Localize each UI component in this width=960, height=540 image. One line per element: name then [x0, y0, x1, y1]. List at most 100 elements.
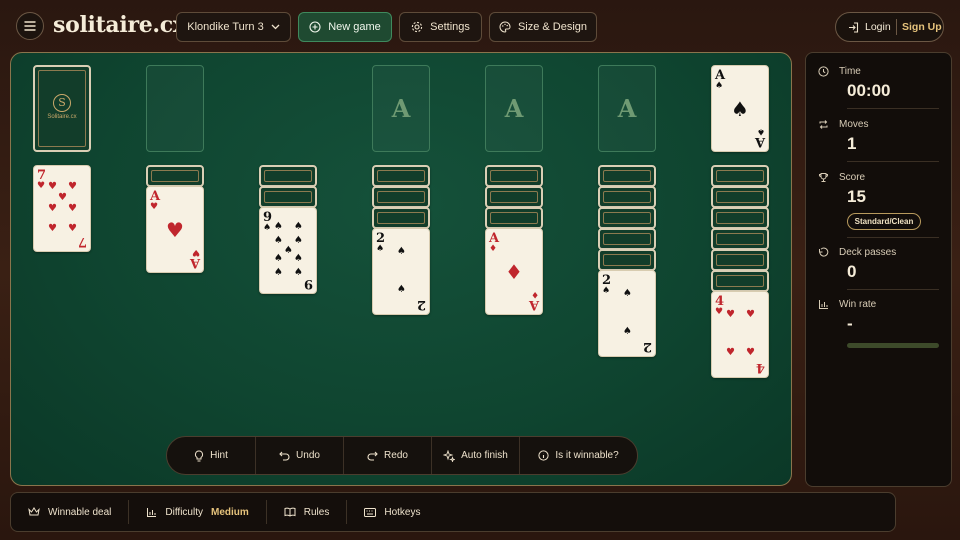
card-rank: A — [189, 255, 200, 270]
card-pip: ♥ — [48, 223, 57, 234]
menu-button[interactable] — [16, 12, 44, 40]
card-pip: ♥ — [726, 347, 735, 358]
rules-label: Rules — [303, 506, 330, 518]
tableau-4-card[interactable]: 2 ♠ ♠ ♠ 2 — [372, 228, 430, 315]
card-suit: ♥ — [150, 202, 159, 212]
face-down-card — [598, 186, 656, 208]
face-down-card — [372, 165, 430, 187]
face-down-card — [711, 207, 769, 229]
is-winnable-label: Is it winnable? — [555, 450, 619, 461]
face-down-card — [485, 165, 543, 187]
undo-button[interactable]: Undo — [255, 437, 343, 474]
foundation-2[interactable]: A — [485, 65, 543, 152]
redo-button[interactable]: Redo — [343, 437, 431, 474]
card-pip: ♠ — [294, 221, 303, 232]
score-mode-badge[interactable]: Standard/Clean — [847, 213, 921, 230]
card-pip: ♥ — [746, 347, 755, 358]
hint-button[interactable]: Hint — [167, 437, 255, 474]
trophy-icon — [818, 173, 829, 182]
tableau-7-card[interactable]: 4 ♥ ♥ ♥ ♥ ♥ 4 — [711, 291, 769, 378]
card-rank: 7 — [77, 234, 87, 249]
logo[interactable]: solitaire.cx — [53, 12, 186, 38]
card-pip: ♠ — [284, 245, 293, 256]
difficulty-button[interactable]: Difficulty Medium — [128, 500, 265, 524]
face-down-card — [711, 165, 769, 187]
face-down-card — [711, 186, 769, 208]
card-pip: ♠ — [397, 284, 406, 295]
card-suit: ♠ — [263, 223, 272, 233]
palette-icon — [499, 21, 511, 33]
winnable-deal-button[interactable]: Winnable deal — [11, 500, 128, 524]
tableau-1-card[interactable]: 7 ♥ ♥ ♥ ♥ ♥ ♥ ♥ ♥ 7 — [33, 165, 91, 252]
footer-bar: Winnable deal Difficulty Medium Rules Ho… — [10, 492, 896, 532]
card-center-pip: ♠ — [731, 96, 749, 121]
hotkeys-button[interactable]: Hotkeys — [346, 500, 437, 524]
time-value: 00:00 — [847, 81, 891, 100]
tableau-5-card[interactable]: A ♦ ♦ ♦ A — [485, 228, 543, 315]
deck-passes-value: 0 — [847, 262, 857, 281]
face-down-card — [598, 165, 656, 187]
new-game-button[interactable]: New game — [298, 12, 392, 42]
stat-win-rate: Win rate - — [818, 299, 939, 334]
waste-pile[interactable] — [146, 65, 204, 152]
face-down-card — [259, 165, 317, 187]
card-pip: ♥ — [726, 309, 735, 320]
card-pip: ♠ — [274, 221, 283, 232]
face-down-card — [711, 270, 769, 292]
card-pip: ♥ — [58, 192, 67, 203]
card-rank: 4 — [755, 360, 765, 375]
score-value: 15 — [847, 187, 866, 206]
login-button[interactable]: Login — [836, 21, 896, 33]
size-design-button[interactable]: Size & Design — [489, 12, 597, 42]
card-pip: ♠ — [274, 253, 283, 264]
card-rank: A — [754, 134, 765, 149]
game-board[interactable]: S Solitaire.cx A A A A ♠ ♠ ♠ A 7 ♥ ♥ ♥ ♥… — [10, 52, 792, 486]
face-down-card — [259, 186, 317, 208]
book-icon — [284, 507, 296, 517]
time-label: Time — [839, 66, 861, 77]
keyboard-icon — [364, 507, 377, 517]
face-down-card — [598, 249, 656, 271]
tableau-3-card[interactable]: 9 ♠ ♠ ♠ ♠ ♠ ♠ ♠ ♠ ♠ ♠ 9 — [259, 207, 317, 294]
card-pip: ♠ — [274, 267, 283, 278]
auto-finish-button[interactable]: Auto finish — [431, 437, 519, 474]
lightbulb-icon — [195, 449, 204, 461]
plus-circle-icon — [309, 21, 321, 33]
stock-brand: Solitaire.cx — [47, 114, 77, 120]
auto-finish-label: Auto finish — [461, 450, 508, 461]
rules-button[interactable]: Rules — [265, 500, 347, 524]
face-down-card — [485, 186, 543, 208]
bar-chart-icon — [147, 507, 157, 517]
stock-pile[interactable]: S Solitaire.cx — [33, 65, 91, 152]
card-pip: ♠ — [623, 326, 632, 337]
foundation-4-card[interactable]: A ♠ ♠ ♠ A — [711, 65, 769, 152]
card-pip: ♠ — [397, 246, 406, 257]
card-pip: ♥ — [746, 309, 755, 320]
settings-button[interactable]: Settings — [399, 12, 482, 42]
hamburger-icon — [24, 21, 36, 31]
card-pip: ♥ — [68, 223, 77, 234]
chevron-down-icon — [271, 24, 280, 30]
sparkles-icon — [443, 449, 456, 462]
size-design-label: Size & Design — [517, 21, 588, 33]
brand-medal: S — [53, 94, 71, 112]
face-down-card — [372, 207, 430, 229]
difficulty-value: Medium — [210, 506, 249, 518]
is-winnable-button[interactable]: Is it winnable? — [519, 437, 637, 474]
signup-button[interactable]: Sign Up — [897, 21, 942, 33]
card-rank: A — [528, 297, 539, 312]
stat-time: Time 00:00 — [818, 66, 939, 101]
info-icon — [538, 450, 549, 461]
game-variant-select[interactable]: Klondike Turn 3 — [176, 12, 291, 42]
stat-moves: Moves 1 — [818, 119, 939, 154]
tableau-6-card[interactable]: 2 ♠ ♠ ♠ 2 — [598, 270, 656, 357]
foundation-3[interactable]: A — [598, 65, 656, 152]
foundation-1[interactable]: A — [372, 65, 430, 152]
tableau-2-card[interactable]: A ♥ ♥ ♥ A — [146, 186, 204, 273]
undo-label: Undo — [296, 450, 320, 461]
game-toolbar: Hint Undo Redo Auto finish Is it winnabl… — [166, 436, 638, 475]
win-rate-label: Win rate — [839, 299, 877, 310]
card-pip: ♠ — [274, 235, 283, 246]
face-down-card — [485, 207, 543, 229]
bar-chart-icon — [819, 300, 828, 309]
